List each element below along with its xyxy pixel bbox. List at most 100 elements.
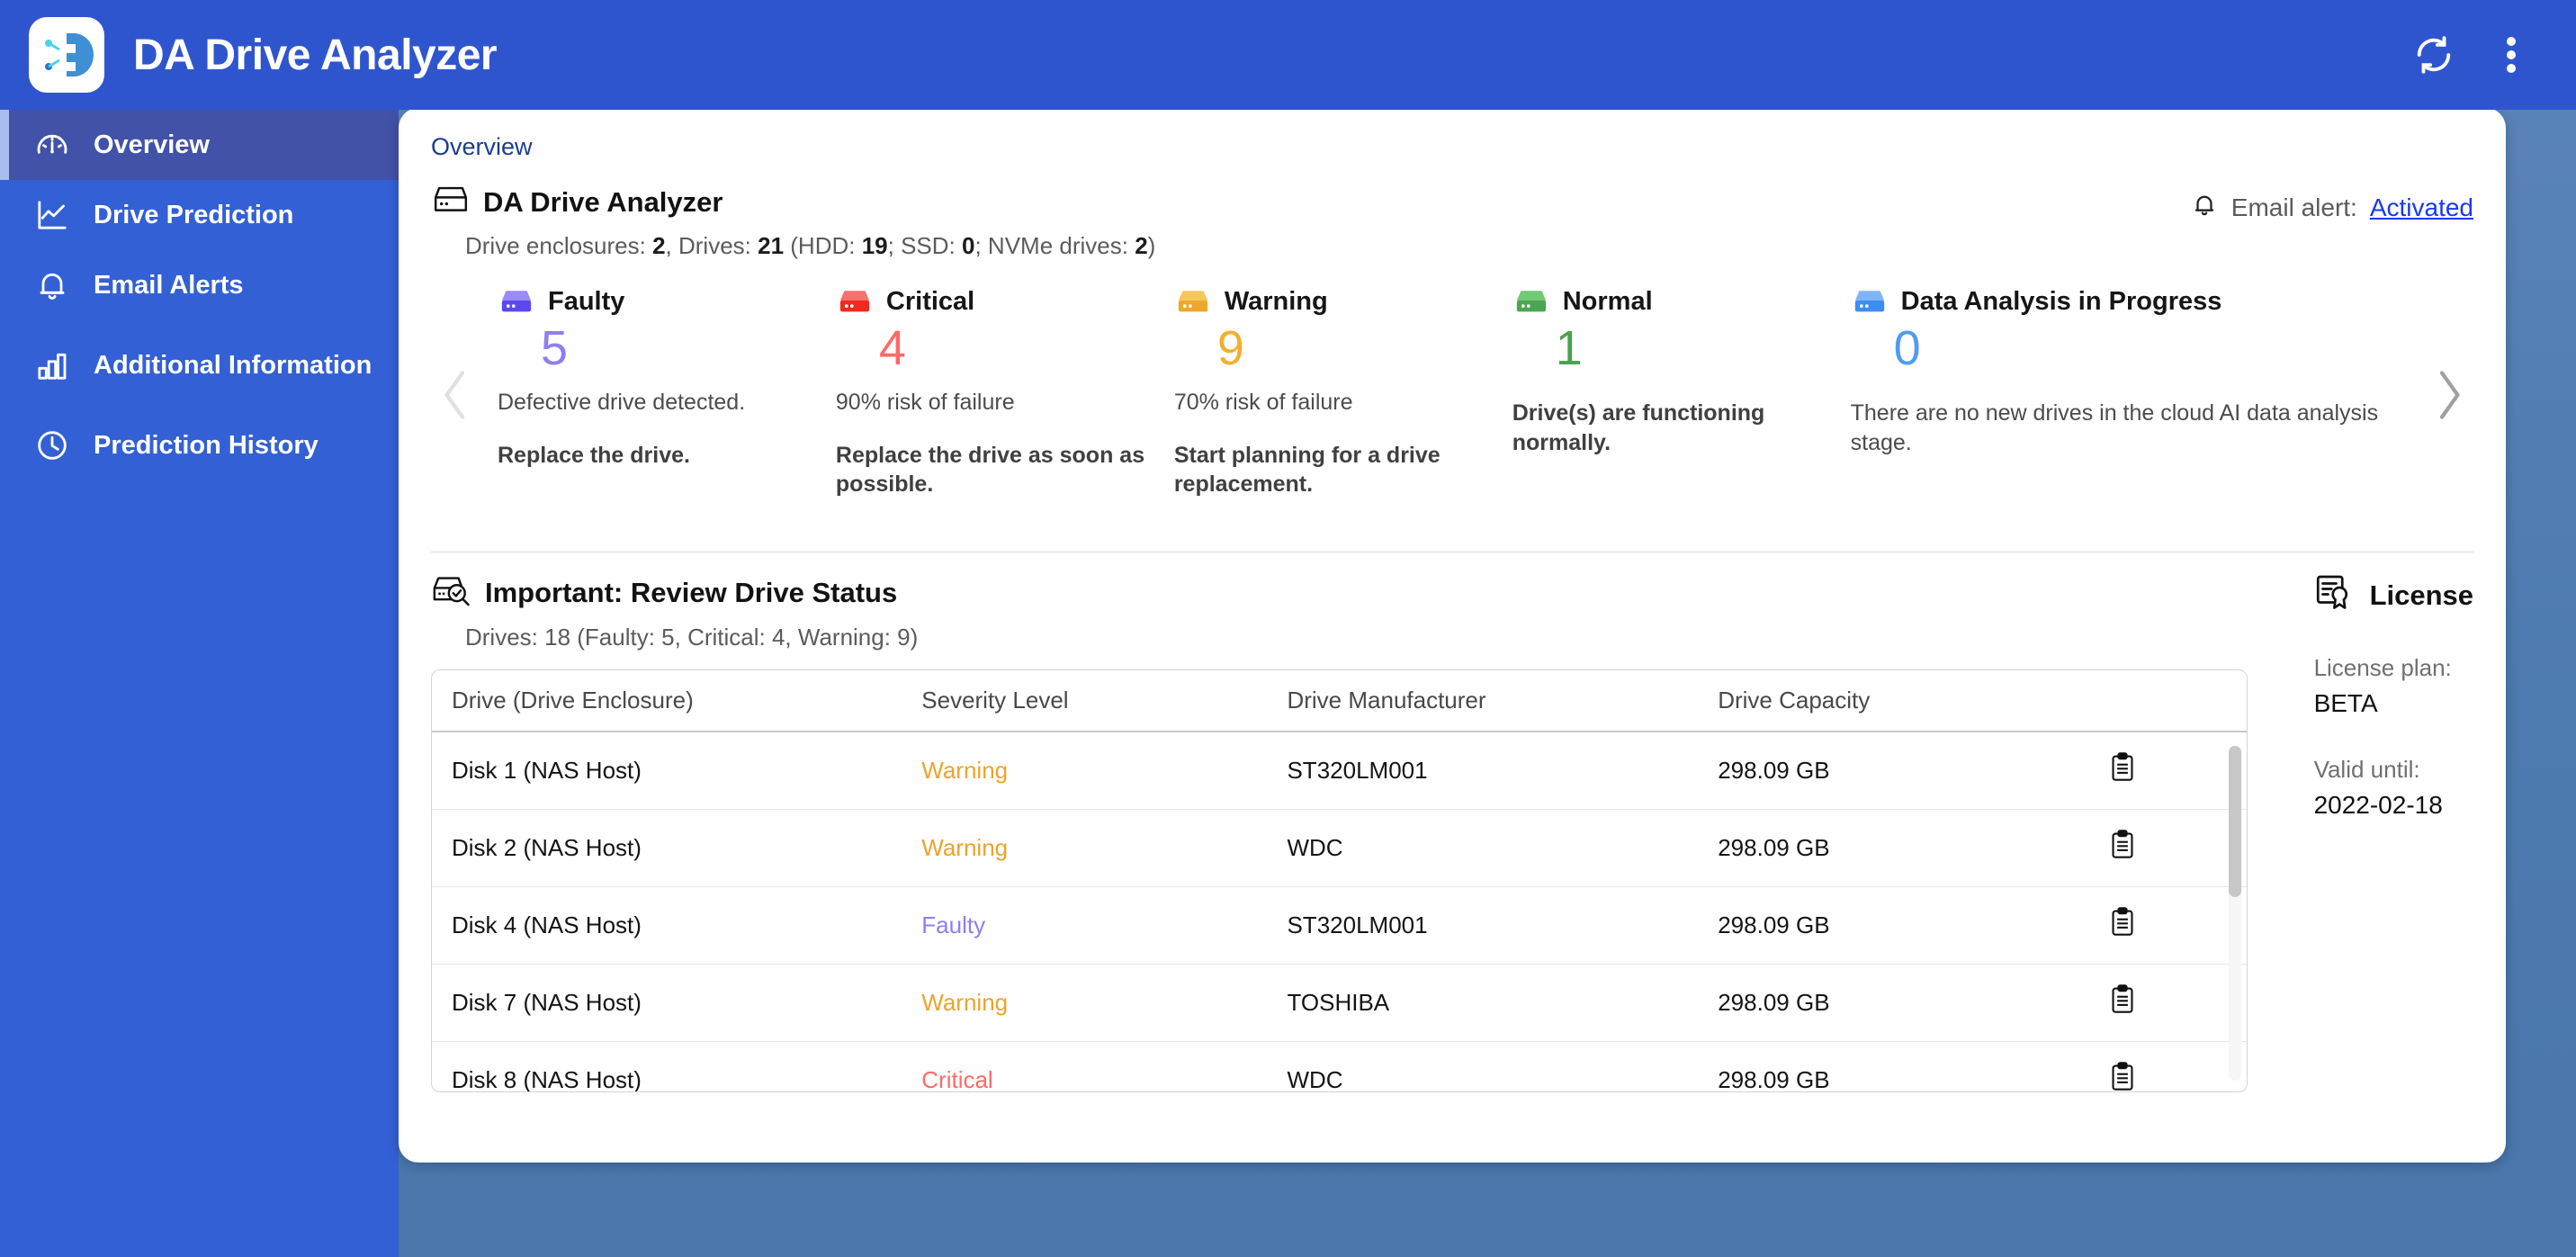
license-plan-label: License plan: — [2313, 654, 2452, 681]
status-card-faulty[interactable]: Faulty 5 Defective drive detected. Repla… — [498, 287, 836, 499]
license-header: License — [2314, 574, 2473, 616]
table-scrollbar-thumb[interactable] — [2228, 746, 2241, 897]
sidebar-item-email-alerts[interactable]: Email Alerts — [0, 250, 399, 320]
cell-severity: Warning — [902, 732, 1268, 810]
sidebar: Overview Drive Prediction Email Alerts A… — [0, 110, 399, 1257]
cell-severity: Warning — [902, 964, 1268, 1042]
status-card-data-analysis-in-progress[interactable]: Data Analysis in Progress 0 There are no… — [1851, 287, 2407, 499]
cell-action[interactable] — [2089, 809, 2247, 887]
cell-manufacturer: ST320LM001 — [1267, 886, 1699, 965]
cell-severity: Critical — [902, 1041, 1268, 1091]
breadcrumb: Overview — [431, 133, 533, 160]
sidebar-item-overview[interactable]: Overview — [0, 110, 399, 180]
sidebar-item-additional-information[interactable]: Additional Information — [0, 320, 399, 410]
overflow-menu-button[interactable] — [2482, 26, 2540, 84]
status-card-action: Start planning for a drive replacement. — [1173, 442, 1441, 498]
sidebar-item-label: Additional Information — [94, 350, 372, 380]
table-row[interactable]: Disk 8 (NAS Host) Critical WDC 298.09 GB — [432, 1041, 2247, 1092]
sidebar-item-label: Overview — [94, 130, 210, 159]
sidebar-item-label: Drive Prediction — [94, 200, 294, 229]
clock-icon — [32, 426, 72, 465]
cell-capacity: 298.09 GB — [1698, 809, 2090, 887]
lower-section: Important: Review Drive Status Drives: 1… — [431, 574, 2473, 1092]
refresh-button[interactable] — [2405, 26, 2463, 84]
hdd-count: 19 — [861, 232, 888, 259]
gauge-icon — [32, 125, 72, 165]
table-row[interactable]: Disk 2 (NAS Host) Warning WDC 298.09 GB — [432, 809, 2247, 887]
table-row[interactable]: Disk 4 (NAS Host) Faulty ST320LM001 298.… — [432, 886, 2247, 965]
drive-status-table: Drive (Drive Enclosure) Severity Level D… — [431, 669, 2248, 1092]
status-card-warning[interactable]: Warning 9 70% risk of failure Start plan… — [1174, 287, 1512, 499]
header-actions — [2405, 26, 2540, 84]
cell-action[interactable] — [2089, 1041, 2247, 1092]
status-card-normal[interactable]: Normal 1 Drive(s) are functioning normal… — [1512, 287, 1851, 499]
status-card-list: Faulty 5 Defective drive detected. Repla… — [498, 287, 2407, 499]
bar-chart-icon — [32, 346, 72, 385]
certificate-icon — [2314, 574, 2356, 616]
review-summary: Drives: 18 (Faulty: 5, Critical: 4, Warn… — [465, 624, 919, 651]
cell-capacity: 298.09 GB — [1698, 732, 2090, 810]
hard-drive-icon — [431, 184, 471, 220]
cell-drive: Disk 2 (NAS Host) — [432, 809, 902, 887]
license-valid-value: 2022-02-18 — [2313, 791, 2443, 819]
table-row[interactable]: Disk 1 (NAS Host) Warning ST320LM001 298… — [432, 732, 2247, 810]
table-scroll-area[interactable]: Drive (Drive Enclosure) Severity Level D… — [432, 670, 2247, 1092]
status-card-count: 0 — [1893, 321, 1921, 375]
status-card-title: Data Analysis in Progress — [1900, 287, 2222, 316]
app-header: DA Drive Analyzer — [0, 0, 2576, 110]
table-row[interactable]: Disk 7 (NAS Host) Warning TOSHIBA 298.09… — [432, 964, 2247, 1042]
column-header-manufacturer: Drive Manufacturer — [1267, 670, 1699, 732]
sidebar-item-drive-prediction[interactable]: Drive Prediction — [0, 180, 399, 250]
line-chart-icon — [32, 195, 72, 235]
status-card-critical[interactable]: Critical 4 90% risk of failure Replace t… — [836, 287, 1174, 499]
cell-action[interactable] — [2089, 886, 2247, 965]
license-panel: License License plan: BETA Valid until: … — [2275, 574, 2473, 1078]
status-carousel: Faulty 5 Defective drive detected. Repla… — [431, 287, 2473, 528]
drive-status-icon — [501, 290, 532, 311]
refresh-icon — [2417, 36, 2451, 74]
column-header-capacity: Drive Capacity — [1698, 670, 2090, 732]
status-card-description: Defective drive detected. — [498, 390, 746, 416]
license-plan-value: BETA — [2313, 689, 2378, 717]
clipboard-icon[interactable] — [2109, 907, 2136, 938]
status-card-title: Warning — [1224, 287, 1328, 316]
email-alert-link[interactable]: Activated — [2370, 193, 2473, 222]
email-alert-label: Email alert: — [2230, 193, 2357, 221]
drive-status-icon — [1178, 290, 1207, 311]
cell-action[interactable] — [2089, 964, 2247, 1042]
column-header-severity: Severity Level — [902, 670, 1268, 732]
review-title: Important: Review Drive Status — [485, 576, 898, 608]
table-body: Disk 1 (NAS Host) Warning ST320LM001 298… — [432, 732, 2247, 1092]
license-title: License — [2369, 579, 2474, 611]
drive-status-icon — [1854, 290, 1884, 311]
clipboard-icon[interactable] — [2109, 830, 2136, 860]
cell-drive: Disk 4 (NAS Host) — [432, 886, 902, 965]
status-card-action: There are no new drives in the cloud AI … — [1850, 400, 2379, 455]
clipboard-icon[interactable] — [2109, 984, 2136, 1015]
review-header: Important: Review Drive Status — [431, 574, 2248, 611]
status-card-count: 5 — [541, 321, 569, 375]
cell-manufacturer: TOSHIBA — [1267, 964, 1699, 1042]
cell-capacity: 298.09 GB — [1698, 964, 2090, 1042]
cell-manufacturer: WDC — [1267, 1041, 1699, 1091]
cell-severity: Faulty — [902, 886, 1268, 965]
enclosure-count: 2 — [652, 232, 666, 259]
app-logo — [29, 17, 104, 93]
bell-icon — [2190, 190, 2219, 225]
status-card-count: 1 — [1555, 321, 1583, 375]
cell-manufacturer: WDC — [1267, 809, 1699, 887]
cell-action[interactable] — [2089, 732, 2247, 810]
clipboard-icon[interactable] — [2109, 1062, 2136, 1092]
overview-header: DA Drive Analyzer Drive enclosures: 2, D… — [431, 184, 2473, 260]
status-card-title: Critical — [885, 287, 975, 316]
drive-count: 21 — [758, 232, 785, 259]
review-drive-status-panel: Important: Review Drive Status Drives: 1… — [431, 574, 2275, 1092]
clipboard-icon[interactable] — [2109, 752, 2136, 783]
cell-manufacturer: ST320LM001 — [1267, 732, 1699, 810]
sidebar-item-prediction-history[interactable]: Prediction History — [0, 410, 399, 480]
status-card-action: Replace the drive as soon as possible. — [835, 442, 1145, 498]
carousel-prev-button[interactable] — [431, 352, 481, 438]
carousel-next-button[interactable] — [2423, 352, 2473, 438]
cell-drive: Disk 7 (NAS Host) — [432, 964, 902, 1042]
status-card-count: 9 — [1216, 321, 1244, 375]
